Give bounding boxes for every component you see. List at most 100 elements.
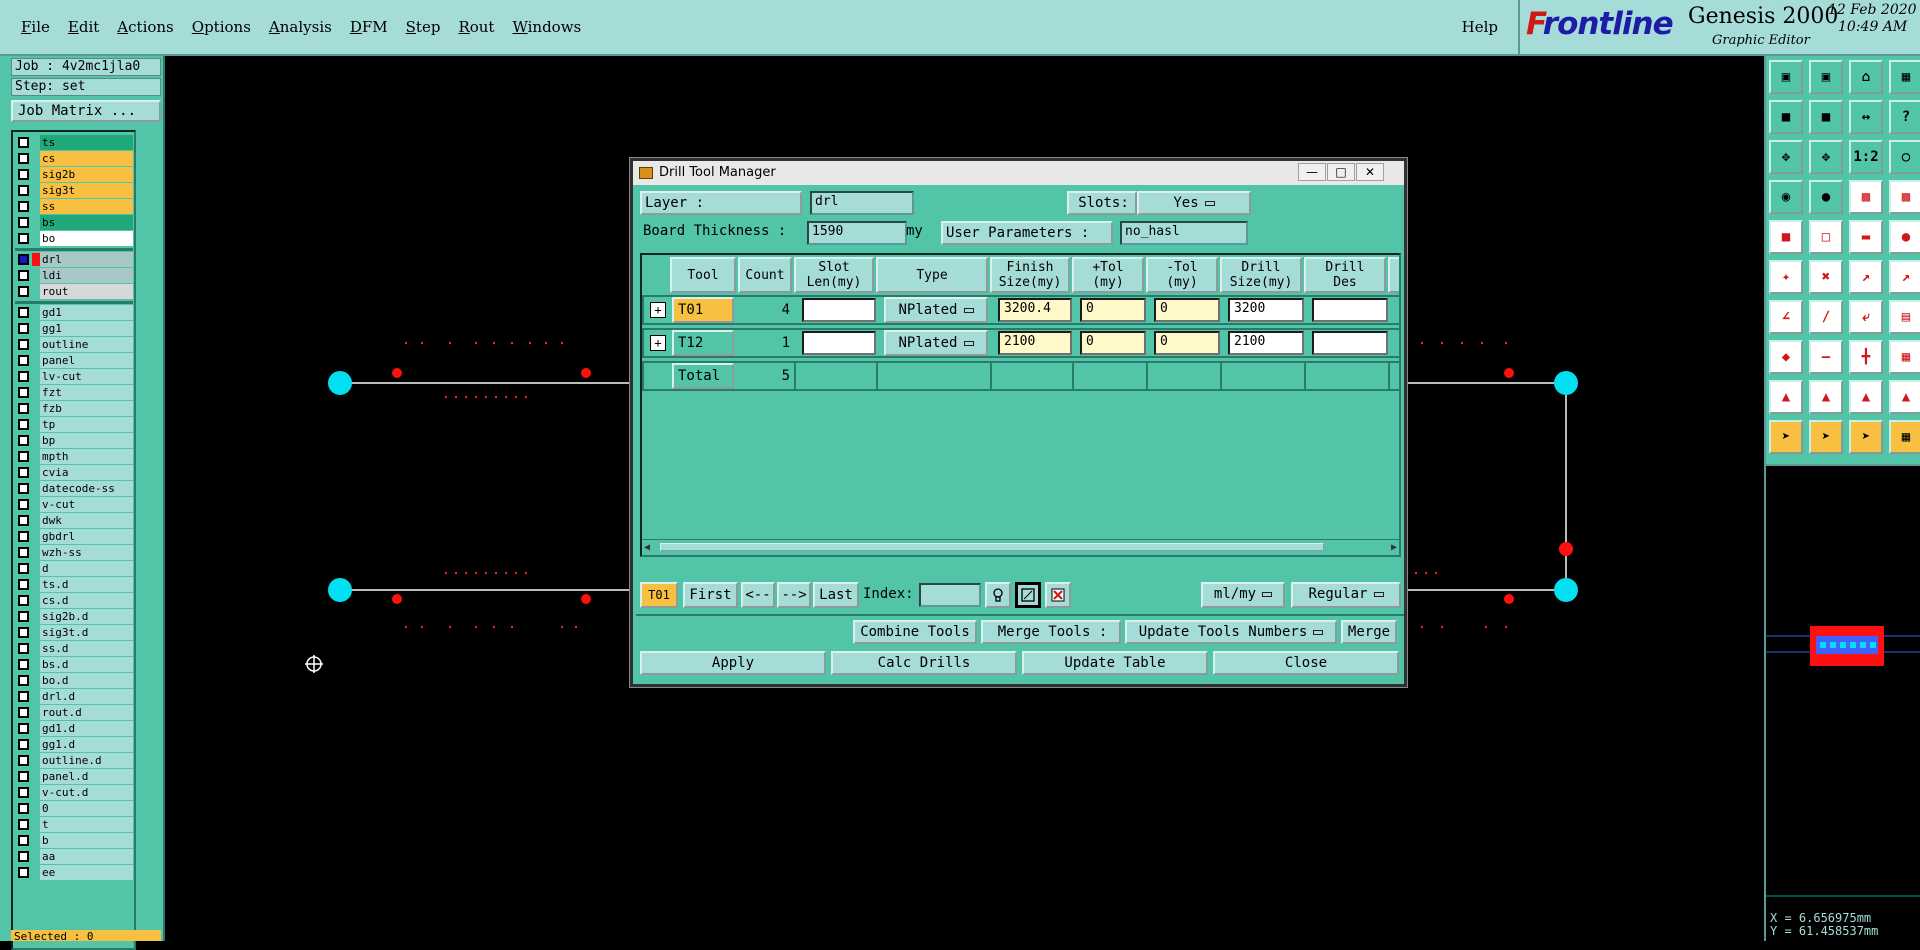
merge-option-dropdown[interactable]: Update Tools Numbers	[1125, 620, 1337, 644]
layer-row[interactable]: drl.d	[15, 689, 133, 704]
layer-name[interactable]: gd1	[40, 305, 133, 320]
layer-row[interactable]: panel.d	[15, 769, 133, 784]
layer-row[interactable]: sig3t.d	[15, 625, 133, 640]
layer-row[interactable]: gd1	[15, 305, 133, 320]
connect-icon[interactable]: ↗	[1849, 260, 1883, 294]
zoom-center-icon[interactable]: ✥	[1809, 140, 1843, 174]
layer-row[interactable]: ldi	[15, 268, 133, 283]
layer-row[interactable]: cs.d	[15, 593, 133, 608]
layer-checkbox[interactable]	[18, 691, 29, 702]
zoom-icon[interactable]: ○	[1889, 140, 1920, 174]
layer-name[interactable]: d	[40, 561, 133, 576]
layer-checkbox[interactable]	[18, 579, 29, 590]
drill-des-input[interactable]	[1312, 331, 1388, 355]
layer-row[interactable]: drl	[15, 252, 133, 267]
grid-icon[interactable]: ▩	[1849, 180, 1883, 214]
apply-button[interactable]: Apply	[640, 651, 826, 675]
expand-icon[interactable]: +	[650, 302, 666, 318]
snap-icon[interactable]: ◉	[1769, 180, 1803, 214]
layer-checkbox[interactable]	[18, 803, 29, 814]
mini-view[interactable]	[1766, 464, 1920, 944]
zoom-fit-icon[interactable]: ✥	[1769, 140, 1803, 174]
layer-name[interactable]: tp	[40, 417, 133, 432]
arc-icon[interactable]: ⤶	[1849, 300, 1883, 334]
layer-name[interactable]: sig3t	[40, 183, 133, 198]
layer-checkbox[interactable]	[18, 467, 29, 478]
scroll-right-icon[interactable]: ▶	[1391, 542, 1397, 553]
menu-analysis[interactable]: Analysis	[269, 18, 332, 36]
menu-file[interactable]: File	[21, 18, 50, 36]
layer-row[interactable]: wzh-ss	[15, 545, 133, 560]
layer-checkbox[interactable]	[18, 627, 29, 638]
layer-name[interactable]: datecode-ss	[40, 481, 133, 496]
layer-row[interactable]: mpth	[15, 449, 133, 464]
layer-name[interactable]: t	[40, 817, 133, 832]
menu-rout[interactable]: Rout	[458, 18, 494, 36]
tri2-icon[interactable]: ▲	[1809, 380, 1843, 414]
layer-checkbox[interactable]	[18, 233, 29, 244]
next-button[interactable]: -->	[777, 582, 811, 608]
layer-row[interactable]: ee	[15, 865, 133, 880]
layer-row[interactable]: gbdrl	[15, 529, 133, 544]
layer-checkbox[interactable]	[18, 547, 29, 558]
home-icon[interactable]: ⌂	[1849, 60, 1883, 94]
layer-row[interactable]: ts.d	[15, 577, 133, 592]
layer-row[interactable]: 0	[15, 801, 133, 816]
menu-actions[interactable]: Actions	[117, 18, 173, 36]
layer-checkbox[interactable]	[18, 435, 29, 446]
layer-row[interactable]: ss.d	[15, 641, 133, 656]
layer-name[interactable]: cvia	[40, 465, 133, 480]
slot-len-input[interactable]	[802, 298, 876, 322]
measure-icon[interactable]: ●	[1809, 180, 1843, 214]
pad-icon[interactable]: ■	[1769, 220, 1803, 254]
layer-name[interactable]: outline	[40, 337, 133, 352]
layer-checkbox[interactable]	[18, 851, 29, 862]
layer-row[interactable]: sig2b	[15, 167, 133, 182]
layer-checkbox[interactable]	[18, 707, 29, 718]
expand-icon[interactable]: +	[650, 335, 666, 351]
layer-row[interactable]: ss	[15, 199, 133, 214]
dim-icon[interactable]: ╋	[1849, 340, 1883, 374]
layer-name[interactable]: drl	[40, 252, 133, 267]
minus-tol-input[interactable]: 0	[1154, 298, 1220, 322]
menu-step[interactable]: Step	[406, 18, 441, 36]
type-dropdown[interactable]: NPlated	[884, 297, 988, 323]
maximize-icon[interactable]: □	[1327, 163, 1355, 181]
layer-checkbox[interactable]	[18, 451, 29, 462]
connect2-icon[interactable]: ↗	[1889, 260, 1920, 294]
layer-checkbox[interactable]	[18, 611, 29, 622]
layer-checkbox[interactable]	[18, 483, 29, 494]
slash-icon[interactable]: ∕	[1809, 300, 1843, 334]
layer-checkbox[interactable]	[18, 643, 29, 654]
layer-row[interactable]: gd1.d	[15, 721, 133, 736]
layer-row[interactable]: gg1.d	[15, 737, 133, 752]
layer-name[interactable]: bs.d	[40, 657, 133, 672]
layer-checkbox[interactable]	[18, 217, 29, 228]
layer-checkbox[interactable]	[18, 355, 29, 366]
layer-down-icon[interactable]: ▣	[1809, 60, 1843, 94]
layer-checkbox[interactable]	[18, 835, 29, 846]
board-thickness-field[interactable]: 1590	[807, 221, 907, 245]
layer-name[interactable]: gbdrl	[40, 529, 133, 544]
layer-row[interactable]: bo.d	[15, 673, 133, 688]
menu-windows[interactable]: Windows	[512, 18, 581, 36]
layer-name[interactable]: ldi	[40, 268, 133, 283]
layer-row[interactable]: gg1	[15, 321, 133, 336]
help-icon[interactable]: ?	[1889, 100, 1920, 134]
layer-checkbox[interactable]	[18, 185, 29, 196]
layer-name[interactable]: dwk	[40, 513, 133, 528]
table-scrollbar[interactable]: ◀ ▶	[642, 539, 1399, 553]
layer-name[interactable]: fzt	[40, 385, 133, 400]
scroll-left-icon[interactable]: ◀	[644, 542, 650, 553]
drill-des-input[interactable]	[1312, 298, 1388, 322]
menu-dfm[interactable]: DFM	[350, 18, 388, 36]
layer-checkbox[interactable]	[18, 339, 29, 350]
layer-up-icon[interactable]: ▣	[1769, 60, 1803, 94]
tool-cell[interactable]: T01	[672, 297, 734, 323]
move-icon[interactable]: ◆	[1769, 340, 1803, 374]
layer-checkbox[interactable]	[18, 499, 29, 510]
layer-name[interactable]: aa	[40, 849, 133, 864]
layer-checkbox[interactable]	[18, 819, 29, 830]
layer-name[interactable]: cs.d	[40, 593, 133, 608]
calc-drills-button[interactable]: Calc Drills	[831, 651, 1017, 675]
